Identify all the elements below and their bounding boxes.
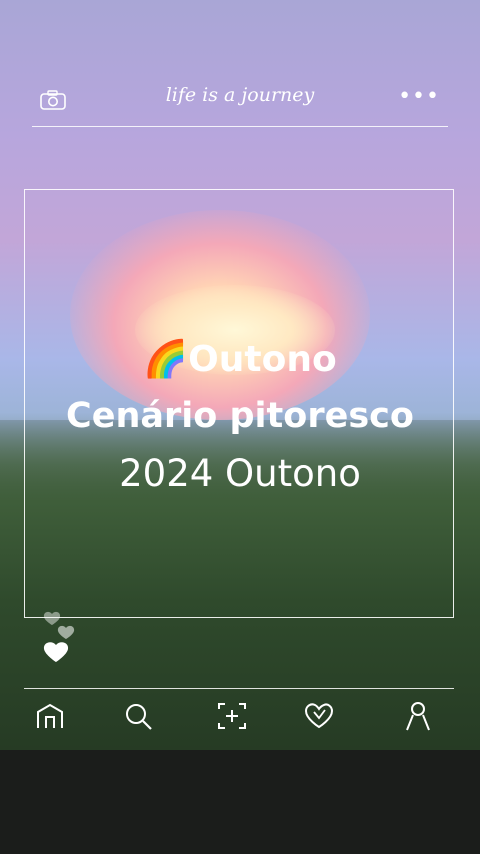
- search-icon[interactable]: [122, 700, 154, 732]
- heart-icon[interactable]: [303, 700, 335, 732]
- floating-hearts-icon[interactable]: [40, 610, 86, 670]
- top-bar: life is a journey •••: [32, 80, 448, 127]
- caption-line-2: Cenário pitoresco: [66, 396, 414, 436]
- more-dots-icon[interactable]: •••: [398, 84, 440, 109]
- home-icon[interactable]: [34, 700, 66, 732]
- header-title: life is a journey: [165, 84, 315, 106]
- caption-season: Outono: [188, 339, 337, 380]
- bottom-area: [0, 750, 480, 854]
- nav-divider: [24, 688, 454, 689]
- caption-line-1: 🌈Outono: [0, 338, 480, 380]
- rainbow-emoji: 🌈: [143, 339, 189, 380]
- bottom-nav: [0, 700, 480, 734]
- add-frame-icon[interactable]: [216, 700, 248, 732]
- profile-icon[interactable]: [402, 700, 434, 732]
- caption-line-3: 2024 Outono: [119, 452, 361, 495]
